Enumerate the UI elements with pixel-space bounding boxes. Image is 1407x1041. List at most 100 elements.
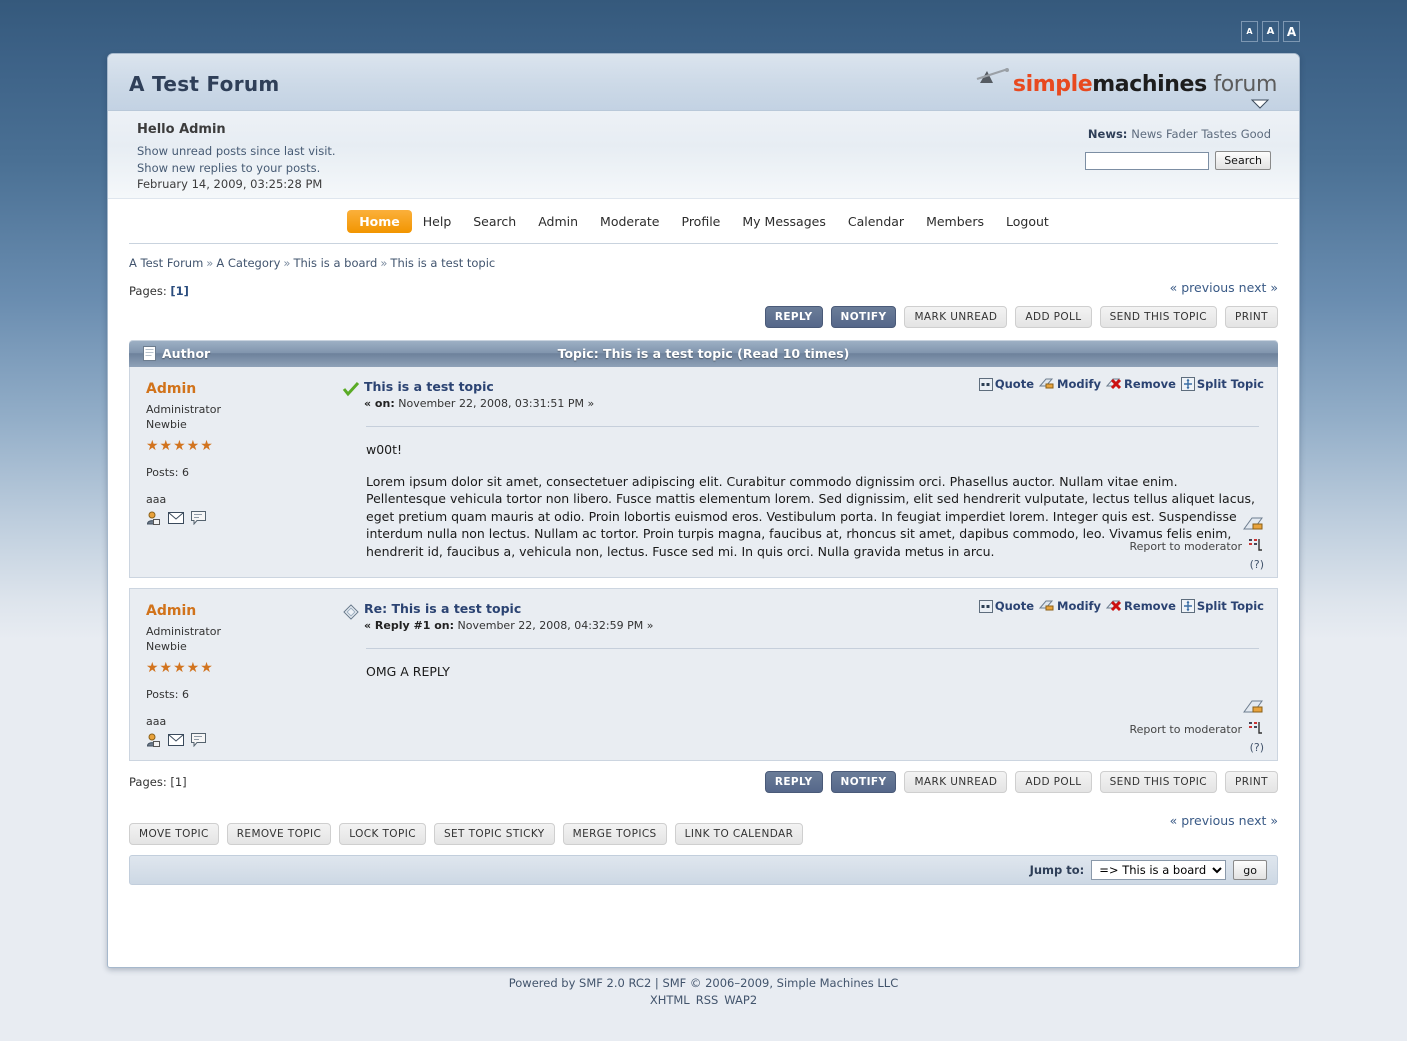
prev-next-bottom: « previous next » [1170,813,1278,828]
breadcrumb-item-forum[interactable]: A Test Forum [129,256,203,270]
pagination-current-page[interactable]: [1] [170,775,186,789]
post-row: Admin Administrator Newbie ★★★★★ Posts: … [129,367,1278,578]
logged-label[interactable]: (?) [1129,558,1264,571]
nav-item-search[interactable]: Search [462,210,527,233]
author-rank: Newbie [146,640,187,653]
font-size-small-button[interactable]: A [1241,21,1258,42]
logo-text-forum: forum [1206,72,1277,97]
main-navigation: Home Help Search Admin Moderate Profile … [108,199,1299,243]
view-profile-icon[interactable] [146,733,161,750]
breadcrumb-item-topic[interactable]: This is a test topic [390,256,495,270]
move-topic-button[interactable]: MOVE TOPIC [129,823,219,845]
previous-topic-link-bottom[interactable]: « previous [1170,813,1235,828]
nav-item-calendar[interactable]: Calendar [837,210,915,233]
footer-link-wap2[interactable]: WAP2 [721,993,760,1007]
post-date-value: November 22, 2008, 03:31:51 PM » [398,397,595,410]
personal-message-icon[interactable] [191,511,206,528]
jump-to-go-button[interactable]: go [1233,860,1267,880]
breadcrumb: A Test Forum» A Category» This is a board»… [108,244,1299,270]
page-footer: Powered by SMF 2.0 RC2 | SMF © 2006–2009… [0,975,1407,1009]
send-this-topic-button[interactable]: SEND THIS TOPIC [1099,306,1217,328]
print-button[interactable]: PRINT [1225,306,1278,328]
mark-unread-button[interactable]: MARK UNREAD [904,306,1008,328]
moderation-buttons: MOVE TOPIC REMOVE TOPIC LOCK TOPIC SET T… [108,815,1299,845]
remove-button[interactable]: Remove [1106,377,1176,391]
nav-item-home[interactable]: Home [347,209,412,233]
quote-button[interactable]: Quote [978,599,1034,613]
author-role: Administrator [146,403,221,416]
nav-item-admin[interactable]: Admin [527,210,589,233]
font-size-large-button[interactable]: A [1283,21,1300,42]
breadcrumb-item-board[interactable]: This is a board [293,256,377,270]
quote-button[interactable]: Quote [978,377,1034,391]
breadcrumb-item-category[interactable]: A Category [216,256,280,270]
report-to-moderator-link[interactable]: Report to moderator [1129,723,1242,736]
report-to-moderator-link[interactable]: Report to moderator [1129,540,1242,553]
remove-topic-button[interactable]: REMOVE TOPIC [226,823,332,845]
jump-to-select[interactable]: => This is a board [1091,860,1227,880]
lock-topic-button[interactable]: LOCK TOPIC [339,823,426,845]
send-email-icon[interactable] [168,734,184,749]
nav-item-profile[interactable]: Profile [671,210,732,233]
next-topic-link-bottom[interactable]: next » [1239,813,1278,828]
send-email-icon[interactable] [168,512,184,527]
post-paragraph: Lorem ipsum dolor sit amet, consectetuer… [366,473,1255,559]
post-body: This is a test topic « on: November 22, … [336,367,1277,577]
author-rank-stars: ★★★★★ [146,438,214,454]
split-topic-button[interactable]: Split Topic [1180,377,1264,391]
smf-logo[interactable]: simplemachines forum [976,66,1277,112]
set-topic-sticky-button[interactable]: SET TOPIC STICKY [433,823,555,845]
modify-pencil-icon [1039,599,1055,613]
personal-message-icon[interactable] [191,733,206,750]
show-new-replies-link[interactable]: Show new replies to your posts. [137,160,336,177]
remove-x-icon [1106,599,1122,613]
author-name[interactable]: Admin [146,603,336,619]
post-date: « Reply #1 on: November 22, 2008, 04:32:… [364,619,653,632]
font-size-controls: A A A [1241,21,1300,42]
modify-label: Modify [1057,599,1102,613]
author-name[interactable]: Admin [146,381,336,397]
logged-label[interactable]: (?) [1129,741,1264,754]
pagination-bottom: Pages: [1] [108,761,1299,789]
jump-to-bar: Jump to: => This is a board go [129,855,1278,885]
pagination-current-page[interactable]: [1] [170,284,189,298]
nav-item-logout[interactable]: Logout [995,210,1060,233]
nav-item-moderate[interactable]: Moderate [589,210,670,233]
split-topic-button[interactable]: Split Topic [1180,599,1264,613]
link-to-calendar-button[interactable]: LINK TO CALENDAR [674,823,804,845]
next-topic-link[interactable]: next » [1239,280,1278,295]
page-title: A Test Forum [129,72,280,96]
post-paragraph: OMG A REPLY [366,664,450,679]
author-post-count: Posts: 6 [146,688,189,701]
modify-button[interactable]: Modify [1039,377,1101,391]
report-row: Report to moderator [1129,720,1264,739]
user-quick-links: Show unread posts since last visit. Show… [137,143,336,193]
view-profile-icon[interactable] [146,511,161,528]
remove-label: Remove [1124,599,1176,613]
search-input[interactable] [1085,151,1210,170]
search-button[interactable]: Search [1215,151,1271,170]
collapse-chevron-down-icon[interactable] [976,98,1271,112]
previous-topic-link[interactable]: « previous [1170,280,1235,295]
nav-item-my-messages[interactable]: My Messages [731,210,836,233]
modify-button[interactable]: Modify [1039,599,1101,613]
nav-item-members[interactable]: Members [915,210,995,233]
notify-button[interactable]: NOTIFY [830,306,897,328]
footer-link-xhtml[interactable]: XHTML [647,993,693,1007]
post-subject-link[interactable]: This is a test topic [364,379,594,394]
reply-button[interactable]: REPLY [764,306,823,328]
news-block: News: News Fader Tastes Good [1088,127,1271,141]
remove-button[interactable]: Remove [1106,599,1176,613]
topic-table-header: Author Topic: This is a test topic (Read… [129,340,1278,367]
footer-link-rss[interactable]: RSS [693,993,722,1007]
post-subject-link[interactable]: Re: This is a test topic [364,601,653,616]
post-body: Re: This is a test topic « Reply #1 on: … [336,589,1277,760]
add-poll-button[interactable]: ADD POLL [1015,306,1092,328]
font-size-medium-button[interactable]: A [1262,21,1279,42]
show-unread-posts-link[interactable]: Show unread posts since last visit. [137,143,336,160]
nav-item-help[interactable]: Help [412,210,463,233]
split-topic-icon [1180,377,1195,391]
merge-topics-button[interactable]: MERGE TOPICS [562,823,667,845]
post-row: Admin Administrator Newbie ★★★★★ Posts: … [129,588,1278,761]
modify-pencil-icon [1039,377,1055,391]
